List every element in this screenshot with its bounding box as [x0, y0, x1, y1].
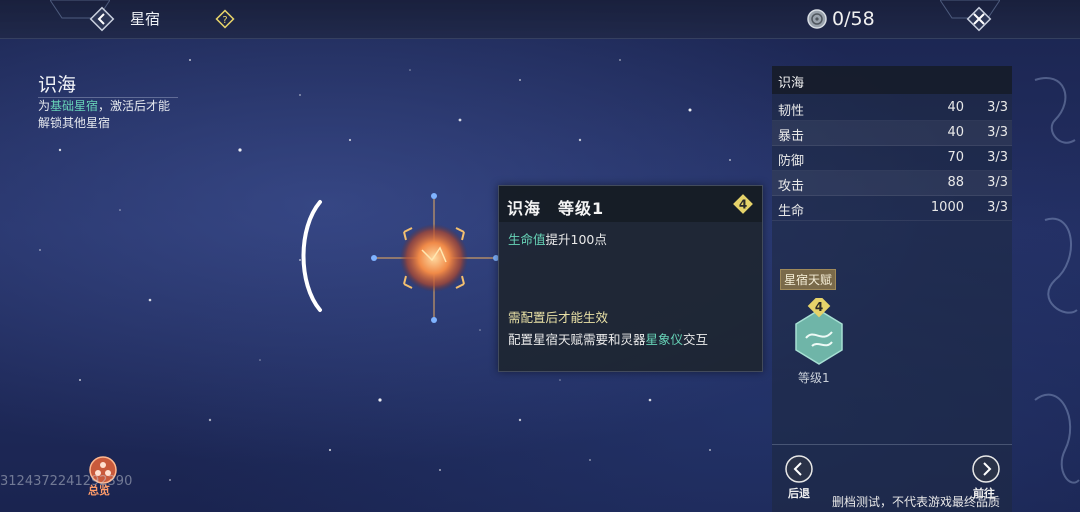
star-token-icon	[807, 9, 827, 29]
talent-badge-value: 4	[815, 300, 823, 314]
page-title: 星宿	[130, 10, 161, 28]
stat-name: 生命	[778, 204, 805, 219]
constellation-description: 为基础星宿，激活后才能解锁其他星宿	[38, 97, 178, 132]
help-button[interactable]: ?	[214, 8, 236, 30]
beta-disclaimer: 删档测试，不代表游戏最终品质	[832, 495, 1001, 509]
player-id-watermark: 3124372241292390	[0, 474, 133, 489]
hint-suffix: 交互	[683, 332, 709, 347]
stats-panel-title: 识海	[778, 76, 805, 91]
stat-name: 攻击	[778, 179, 805, 194]
back-button[interactable]	[88, 5, 116, 33]
top-bar: 星宿 ? 0/58	[0, 0, 1080, 39]
tooltip-header: 识海 等级1 4	[499, 186, 762, 222]
stat-name: 防御	[778, 154, 805, 169]
constellation-title: 识海	[38, 74, 77, 96]
tooltip-badge-value: 4	[739, 198, 747, 212]
previous-button[interactable]	[784, 454, 814, 484]
constellation-beast-ornament-icon	[1034, 77, 1080, 484]
stat-value: 1000	[930, 200, 964, 215]
stat-row: 韧性 40 3/3	[772, 96, 1012, 121]
level-badge-icon: 4	[733, 194, 753, 214]
stat-row: 暴击 40 3/3	[772, 121, 1012, 146]
stat-name: 韧性	[778, 104, 805, 119]
stat-level: 3/3	[987, 150, 1008, 165]
stat-level: 3/3	[987, 175, 1008, 190]
tooltip-effect: 生命值提升100点	[508, 229, 607, 248]
next-button[interactable]	[971, 454, 1001, 484]
close-button[interactable]	[962, 4, 996, 34]
stat-value: 88	[947, 175, 964, 190]
stat-level: 3/3	[987, 100, 1008, 115]
desc-highlight: 基础星宿	[50, 99, 99, 113]
panel-divider	[772, 444, 1012, 445]
effect-highlight: 生命值	[508, 232, 546, 247]
tooltip-requirement: 需配置后才能生效	[508, 310, 609, 325]
hint-highlight: 星象仪	[645, 332, 684, 347]
desc-prefix: 为	[38, 99, 51, 113]
stat-level: 3/3	[987, 125, 1008, 140]
star-count: 0/58	[832, 8, 875, 30]
stats-panel: 识海 韧性 40 3/3 暴击 40 3/3 防御 70 3/3 攻击 88 3…	[772, 66, 1012, 512]
stat-level: 3/3	[987, 200, 1008, 215]
stat-row: 防御 70 3/3	[772, 146, 1012, 171]
stat-value: 40	[947, 125, 964, 140]
effect-text: 提升100点	[545, 232, 607, 247]
node-tooltip: 识海 等级1 4 生命值提升100点 需配置后才能生效 配置星宿天赋需要和灵器星…	[498, 185, 763, 372]
hint-prefix: 配置星宿天赋需要和灵器	[508, 332, 646, 347]
stat-value: 70	[947, 150, 964, 165]
previous-label: 后退	[788, 487, 810, 500]
talent-level: 等级1	[798, 371, 830, 385]
stat-row: 攻击 88 3/3	[772, 171, 1012, 196]
stats-panel-header: 识海	[772, 66, 1012, 94]
stat-value: 40	[947, 100, 964, 115]
stat-row: 生命 1000 3/3	[772, 196, 1012, 221]
tooltip-hint: 配置星宿天赋需要和灵器星象仪交互	[508, 329, 708, 348]
talent-section-label: 星宿天赋	[780, 269, 837, 290]
constellation-node-shihai[interactable]	[366, 190, 502, 326]
svg-text:?: ?	[222, 15, 227, 26]
overview-label: 总览	[88, 484, 110, 497]
orbit-arc-icon	[301, 200, 322, 312]
stat-name: 暴击	[778, 129, 805, 144]
tooltip-title: 识海 等级1	[507, 199, 605, 218]
talent-slot[interactable]: 4	[788, 298, 850, 366]
star-counter: 0/58	[806, 6, 875, 32]
